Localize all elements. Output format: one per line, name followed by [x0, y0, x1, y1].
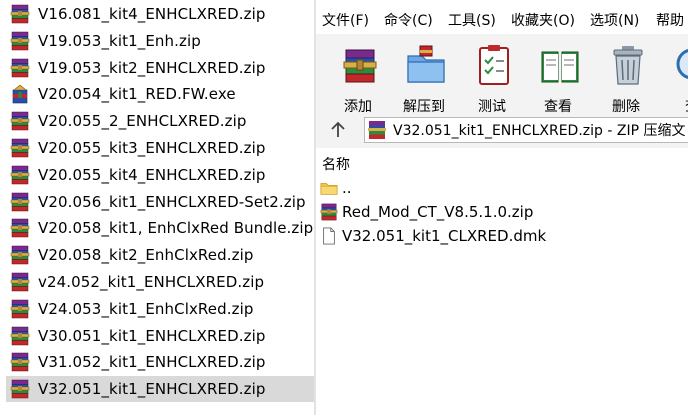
file-name: V31.052_kit1_ENHCLXRED.zip [38, 353, 266, 372]
file-name: V20.055_2_ENHCLXRED.zip [38, 112, 247, 131]
archive-entry-name: Red_Mod_CT_V8.5.1.0.zip [342, 203, 534, 221]
archive-entry[interactable]: Red_Mod_CT_V8.5.1.0.zip [320, 200, 688, 224]
file-list-item[interactable]: V20.056_kit1_ENHCLXRED-Set2.zip [6, 189, 314, 215]
file-icon [323, 227, 335, 245]
menu-favorites[interactable]: 收藏夹(O) [511, 10, 575, 30]
toolbar: 添加 解压到 测试 查看 删除 [316, 34, 688, 115]
test-label: 测试 [478, 99, 506, 115]
menu-options[interactable]: 选项(N) [590, 10, 639, 30]
archive-entry[interactable]: V32.051_kit1_CLXRED.dmk [320, 224, 688, 248]
winrar-archive-icon [368, 121, 386, 139]
winrar-archive-icon [10, 192, 30, 211]
file-name: V32.051_kit1_ENHCLXRED.zip [38, 380, 266, 399]
file-name: V20.054_kit1_RED.FW.exe [38, 85, 236, 104]
file-name: V19.053_kit2_ENHCLXRED.zip [38, 58, 266, 77]
menu-file[interactable]: 文件(F) [322, 10, 369, 30]
winrar-archive-icon [10, 326, 30, 345]
address-bar: V32.051_kit1_ENHCLXRED.zip - ZIP 压缩文 [316, 114, 688, 148]
test-icon [479, 45, 509, 85]
menu-bar: 文件(F) 命令(C) 工具(S) 收藏夹(O) 选项(N) 帮助 [316, 10, 688, 34]
delete-label: 删除 [612, 99, 640, 115]
add-icon [343, 49, 377, 83]
file-list-item[interactable]: V30.051_kit1_ENHCLXRED.zip [6, 323, 314, 349]
column-name-header[interactable]: 名称 [322, 154, 350, 174]
file-list-item[interactable]: V31.052_kit1_ENHCLXRED.zip [6, 349, 314, 375]
file-name: V20.055_kit3_ENHCLXRED.zip [38, 139, 266, 157]
file-list-item[interactable]: V19.053_kit1_Enh.zip [6, 28, 314, 54]
sfx-installer-icon [12, 85, 28, 104]
folder-up-icon [320, 183, 338, 195]
winrar-archive-icon [320, 203, 338, 221]
view-label: 查看 [544, 99, 572, 115]
file-name: V24.053_kit1_EnhClxRed.zip [38, 299, 254, 318]
winrar-archive-icon [10, 353, 30, 372]
winrar-archive-icon [10, 138, 30, 158]
file-list-item[interactable]: V24.053_kit1_EnhClxRed.zip [6, 296, 314, 322]
add-label: 添加 [344, 99, 372, 115]
add-button[interactable]: 添加 [328, 42, 388, 115]
winrar-archive-icon [10, 31, 30, 51]
winrar-window: 文件(F) 命令(C) 工具(S) 收藏夹(O) 选项(N) 帮助 添加 解压到… [316, 0, 688, 415]
file-name: V19.053_kit1_Enh.zip [38, 31, 201, 50]
winrar-archive-icon [10, 165, 30, 185]
view-icon [541, 51, 579, 83]
file-name: V20.058_kit2_EnhClxRed.zip [38, 246, 254, 265]
up-arrow-icon[interactable] [328, 120, 348, 140]
winrar-archive-icon [10, 245, 30, 265]
file-name: V20.055_kit4_ENHCLXRED.zip [38, 165, 266, 184]
file-list-item[interactable]: v24.052_kit1_ENHCLXRED.zip [6, 269, 314, 295]
archive-entry-name: V32.051_kit1_CLXRED.dmk [342, 227, 547, 245]
winrar-archive-icon [10, 111, 30, 131]
file-list-item[interactable]: V20.055_2_ENHCLXRED.zip [6, 108, 314, 134]
winrar-archive-icon [10, 58, 30, 77]
winrar-archive-icon [10, 299, 30, 319]
find-button[interactable]: 查 [662, 42, 688, 115]
column-header: 名称 [316, 150, 688, 174]
archive-entry-name: .. [342, 179, 352, 197]
file-name: V30.051_kit1_ENHCLXRED.zip [38, 326, 266, 345]
find-icon [676, 49, 688, 79]
path-text: V32.051_kit1_ENHCLXRED.zip - ZIP 压缩文 [393, 123, 686, 139]
file-list-item[interactable]: V16.081_kit4_ENHCLXRED.zip [6, 1, 314, 27]
file-list-item[interactable]: V20.055_kit3_ENHCLXRED.zip [6, 135, 314, 161]
menu-commands[interactable]: 命令(C) [384, 10, 433, 30]
file-name: V16.081_kit4_ENHCLXRED.zip [38, 5, 266, 23]
archive-entry[interactable]: .. [320, 176, 688, 200]
file-list-item[interactable]: V32.051_kit1_ENHCLXRED.zip [6, 376, 314, 403]
extract-to-label: 解压到 [403, 99, 445, 115]
view-button[interactable]: 查看 [528, 42, 588, 115]
delete-icon [613, 46, 643, 85]
menu-help[interactable]: 帮助 [656, 10, 684, 30]
path-field[interactable]: V32.051_kit1_ENHCLXRED.zip - ZIP 压缩文 [364, 117, 688, 143]
file-name: V20.058_kit1, EnhClxRed Bundle.zip [38, 219, 314, 238]
file-list-item[interactable]: V20.058_kit2_EnhClxRed.zip [6, 242, 314, 268]
file-list-item[interactable]: V19.053_kit2_ENHCLXRED.zip [6, 55, 314, 81]
file-list-item[interactable]: V20.054_kit1_RED.FW.exe [6, 81, 314, 107]
menu-tools[interactable]: 工具(S) [448, 10, 496, 30]
file-list-item[interactable]: V20.055_kit4_ENHCLXRED.zip [6, 162, 314, 188]
delete-button[interactable]: 删除 [596, 42, 656, 115]
winrar-archive-icon [10, 219, 30, 238]
winrar-archive-icon [10, 4, 30, 24]
winrar-archive-icon [10, 379, 30, 399]
extract-to-button[interactable]: 解压到 [394, 42, 454, 115]
file-list-pane: V16.081_kit4_ENHCLXRED.zip V19.053_kit1_E… [0, 0, 314, 415]
file-name: v24.052_kit1_ENHCLXRED.zip [38, 273, 265, 291]
test-button[interactable]: 测试 [462, 42, 522, 115]
extract-to-icon [407, 45, 445, 83]
file-list-item[interactable]: V20.058_kit1, EnhClxRed Bundle.zip [6, 215, 314, 241]
find-label: 查 [662, 96, 688, 116]
file-name: V20.056_kit1_ENHCLXRED-Set2.zip [38, 192, 306, 211]
winrar-archive-icon [10, 272, 30, 292]
